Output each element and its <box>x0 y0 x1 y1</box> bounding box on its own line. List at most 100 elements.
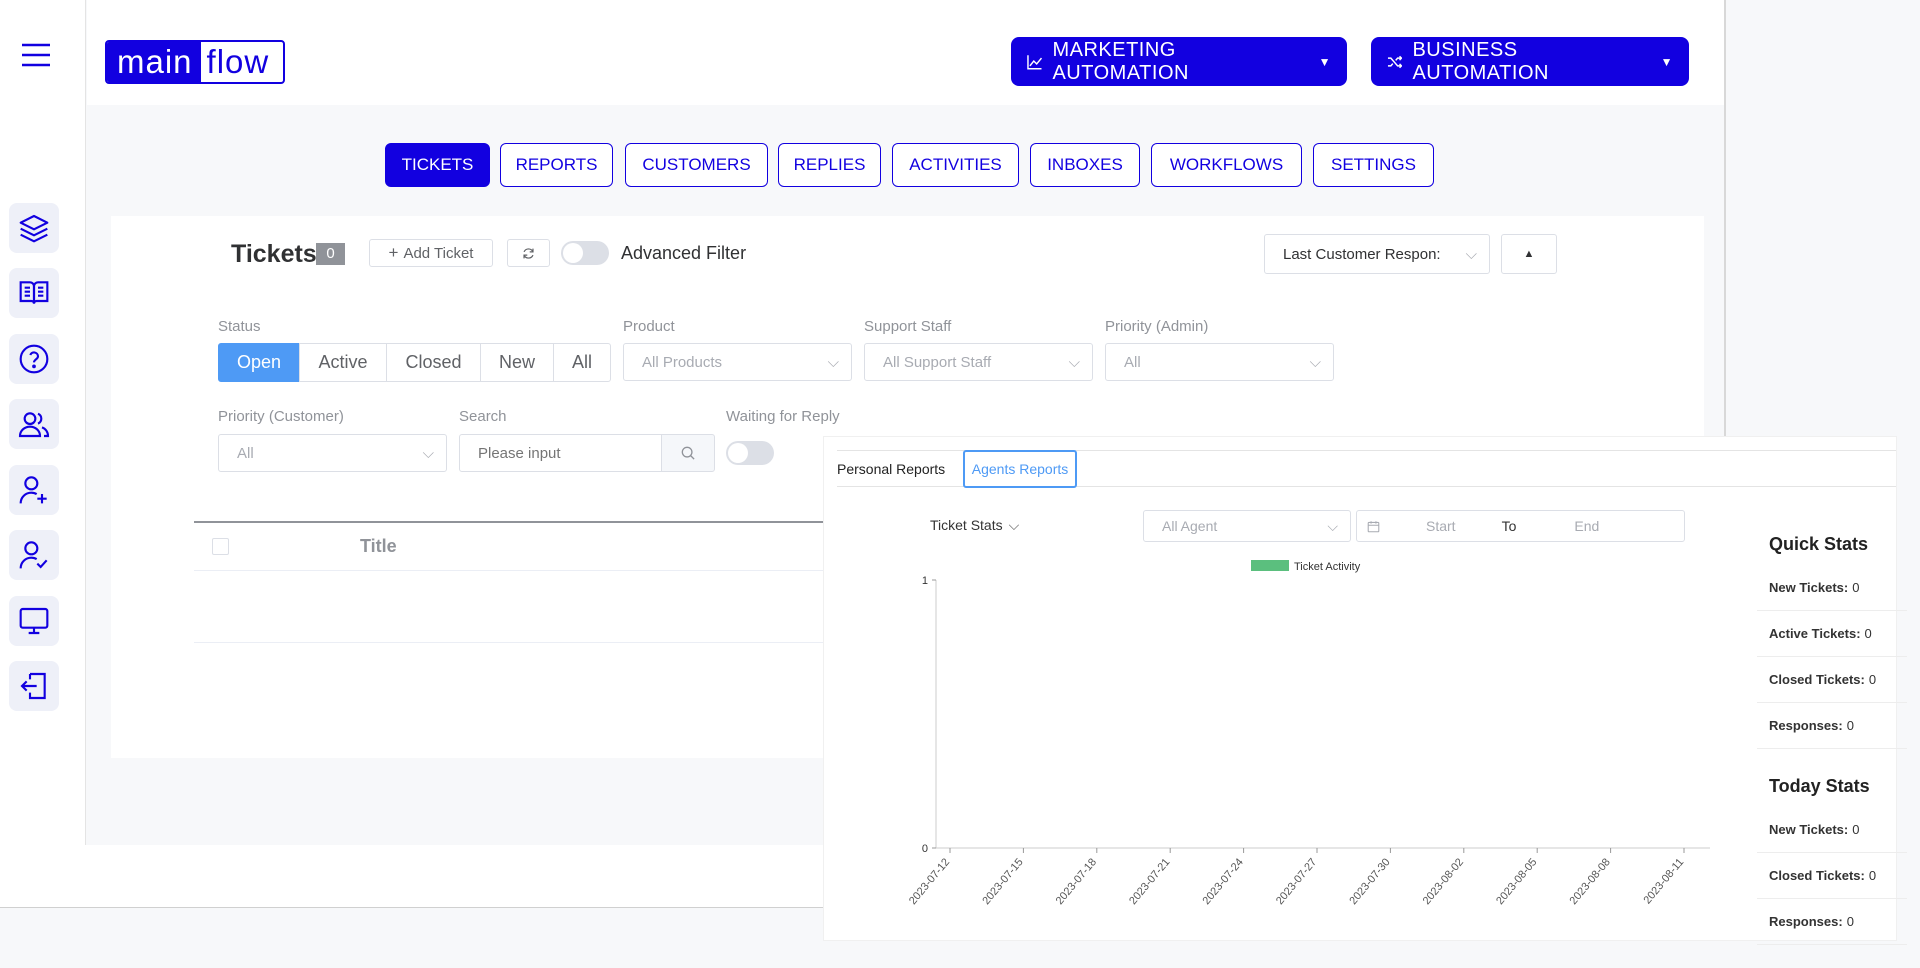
book-icon[interactable] <box>9 268 59 318</box>
x-tick-label: 2023-08-02 <box>1421 856 1466 907</box>
sort-select[interactable]: Last Customer Respon: ⌵ <box>1264 234 1490 274</box>
status-all-button[interactable]: All <box>553 343 611 382</box>
tab-inboxes[interactable]: INBOXES <box>1030 143 1140 187</box>
stat-value: 0 <box>1868 672 1877 687</box>
stat-label: New Tickets: <box>1769 580 1849 595</box>
x-tick-label: 2023-07-27 <box>1274 856 1319 907</box>
status-active-button[interactable]: Active <box>299 343 387 382</box>
tab-personal-reports[interactable]: Personal Reports <box>837 461 945 477</box>
chevron-down-icon: ⌵ <box>1008 517 1020 533</box>
page-divider <box>1724 0 1726 436</box>
tab-agents-reports[interactable]: Agents Reports <box>963 450 1077 488</box>
user-check-icon[interactable] <box>9 530 59 580</box>
chevron-down-icon: ⌵ <box>1068 353 1080 371</box>
stat-label: Active Tickets: <box>1769 626 1861 641</box>
agent-select-value: All Agent <box>1162 518 1218 534</box>
waiting-for-reply-toggle[interactable] <box>726 441 774 465</box>
advanced-filter-label: Advanced Filter <box>621 243 747 263</box>
agent-select[interactable]: All Agent ⌵ <box>1143 510 1351 542</box>
date-to: To <box>1501 518 1517 534</box>
monitor-icon[interactable] <box>9 596 59 646</box>
stat-label: Responses: <box>1769 718 1843 733</box>
today-stats-title: Today Stats <box>1769 776 1870 796</box>
sort-direction-button[interactable]: ▲ <box>1501 234 1557 274</box>
x-tick-label: 2023-07-24 <box>1201 856 1246 907</box>
x-tick-label: 2023-07-12 <box>907 856 952 907</box>
table-header-border <box>194 521 824 523</box>
ticket-stats-selector[interactable]: Ticket Stats ⌵ <box>930 517 1019 534</box>
search-input[interactable] <box>459 434 662 472</box>
tab-activities[interactable]: ACTIVITIES <box>892 143 1019 187</box>
quick-stats-list: New Tickets: 0 Active Tickets: 0 Closed Tick… <box>1757 565 1907 749</box>
status-new-button[interactable]: New <box>480 343 554 382</box>
date-end: End <box>1574 518 1600 534</box>
status-open-button[interactable]: Open <box>218 343 300 382</box>
tab-settings[interactable]: SETTINGS <box>1313 143 1434 187</box>
stat-label: Closed Tickets: <box>1769 672 1865 687</box>
footer-bar <box>0 845 824 908</box>
select-all-checkbox[interactable] <box>212 538 229 555</box>
stat-row: Active Tickets: 0 <box>1757 611 1907 657</box>
date-range-picker[interactable]: Start To End <box>1356 510 1685 542</box>
advanced-filter-toggle[interactable] <box>561 241 609 265</box>
x-tick-label: 2023-08-11 <box>1641 856 1686 906</box>
x-tick-label: 2023-07-18 <box>1054 856 1099 907</box>
legend-label: Ticket Activity <box>1294 561 1361 573</box>
users-icon[interactable] <box>9 399 59 449</box>
stat-label: Closed Tickets: <box>1769 868 1865 883</box>
logo-part-flow: flow <box>206 43 270 80</box>
product-label: Product <box>623 318 675 335</box>
business-automation-label: BUSINESS AUTOMATION <box>1412 38 1549 84</box>
x-tick-label: 2023-07-21 <box>1127 856 1172 907</box>
stat-value: 0 <box>1852 580 1860 595</box>
product-select[interactable]: All Products ⌵ <box>623 343 852 381</box>
support-staff-select-value: All Support Staff <box>883 353 992 371</box>
status-closed-button[interactable]: Closed <box>386 343 481 382</box>
x-tick-label: 2023-07-15 <box>980 856 1025 907</box>
stat-row: Responses: 0 <box>1757 899 1907 945</box>
ticket-activity-chart: 0 1 2023-07-12 2023-07-15 2023-07-18 2023-07-… <box>907 560 1710 907</box>
chevron-down-icon: ⌵ <box>827 353 839 371</box>
tab-workflows[interactable]: WORKFLOWS <box>1151 143 1302 187</box>
footer-divider <box>0 907 824 908</box>
hamburger-menu-icon[interactable] <box>19 38 53 72</box>
sort-select-value: Last Customer Respon: <box>1283 245 1441 263</box>
add-ticket-button[interactable]: + Add Ticket <box>369 239 493 267</box>
priority-customer-select-value: All <box>237 444 254 462</box>
tab-tickets[interactable]: TICKETS <box>385 143 490 187</box>
help-icon[interactable] <box>9 334 59 384</box>
stat-value: 0 <box>1846 914 1854 929</box>
search-icon <box>681 446 695 460</box>
chevron-down-icon: ⌵ <box>1309 353 1321 371</box>
refresh-button[interactable] <box>507 239 550 267</box>
priority-admin-select[interactable]: All ⌵ <box>1105 343 1334 381</box>
stat-value: 0 <box>1846 718 1854 733</box>
business-automation-button[interactable]: BUSINESS AUTOMATION ▼ <box>1371 37 1689 86</box>
layers-icon[interactable] <box>9 203 59 253</box>
user-add-icon[interactable] <box>9 465 59 515</box>
logout-icon[interactable] <box>9 661 59 711</box>
support-staff-select[interactable]: All Support Staff ⌵ <box>864 343 1093 381</box>
search-button[interactable] <box>661 434 715 472</box>
mainflow-logo[interactable]: main flow <box>105 40 285 84</box>
chevron-down-icon: ⌵ <box>422 444 434 462</box>
stat-label: Responses: <box>1769 914 1843 929</box>
marketing-automation-button[interactable]: MARKETING AUTOMATION ▼ <box>1011 37 1347 86</box>
priority-customer-select[interactable]: All ⌵ <box>218 434 447 472</box>
today-stats-list: New Tickets: 0 Closed Tickets: 0 Responses: 0 <box>1757 807 1907 945</box>
tab-reports[interactable]: REPORTS <box>500 143 613 187</box>
tab-customers[interactable]: CUSTOMERS <box>625 143 768 187</box>
stat-row: Closed Tickets: 0 <box>1757 657 1907 703</box>
title-column-header: Title <box>360 536 397 556</box>
quick-stats-title: Quick Stats <box>1769 534 1869 554</box>
stat-row: Closed Tickets: 0 <box>1757 853 1907 899</box>
x-tick-label: 2023-07-30 <box>1347 856 1392 907</box>
ticket-stats-label: Ticket Stats <box>930 517 1003 533</box>
stat-label: New Tickets: <box>1769 822 1849 837</box>
tab-replies[interactable]: REPLIES <box>778 143 881 187</box>
caret-down-icon: ▼ <box>1318 54 1331 69</box>
table-row-divider <box>194 570 824 571</box>
shuffle-icon <box>1387 55 1403 68</box>
stat-value: 0 <box>1864 626 1872 641</box>
refresh-icon <box>523 247 534 259</box>
